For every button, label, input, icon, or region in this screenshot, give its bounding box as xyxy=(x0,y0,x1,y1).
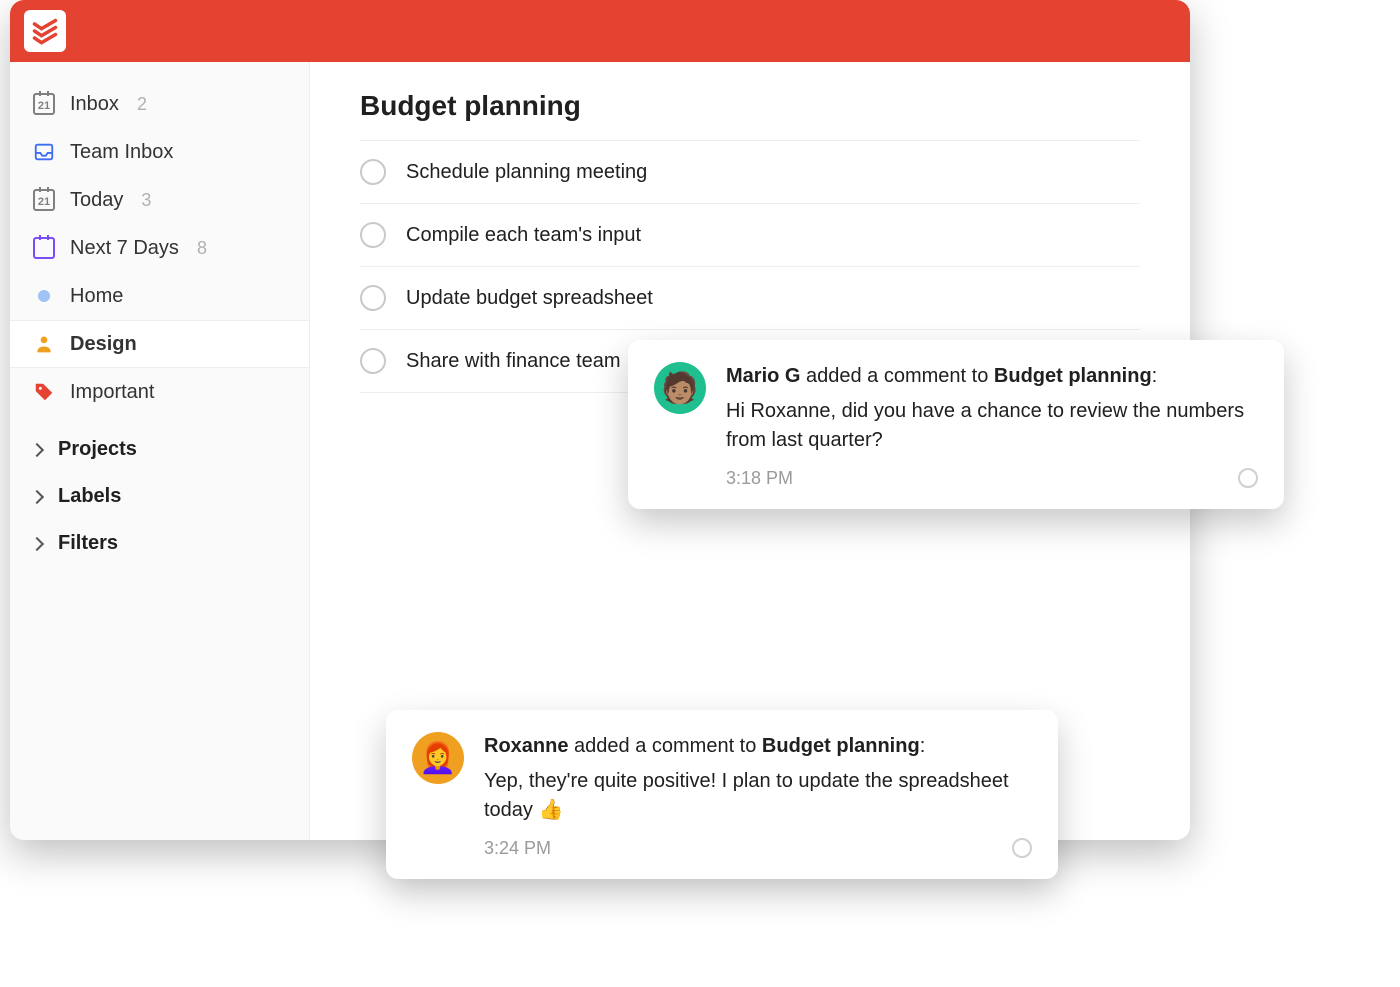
avatar-emoji: 👩‍🦰 xyxy=(419,741,456,776)
sidebar-item-home[interactable]: Home xyxy=(10,272,309,320)
notification-action: added a comment to xyxy=(568,735,761,757)
mark-read-icon[interactable] xyxy=(1238,468,1258,488)
sidebar-item-label: Team Inbox xyxy=(70,141,173,164)
person-icon xyxy=(32,332,56,356)
notification-body: Roxanne added a comment to Budget planni… xyxy=(484,732,1032,861)
sidebar-item-label: Next 7 Days xyxy=(70,237,179,260)
notification-action: added a comment to xyxy=(800,365,993,387)
notification-author: Roxanne xyxy=(484,735,568,757)
avatar-emoji: 🧑🏽 xyxy=(661,371,698,406)
sidebar-section-projects[interactable]: Projects xyxy=(10,426,309,473)
sidebar-item-design[interactable]: Design xyxy=(10,320,309,368)
task-title: Share with finance team xyxy=(406,350,621,373)
sidebar-section-filters[interactable]: Filters xyxy=(10,520,309,567)
project-title: Budget planning xyxy=(360,90,1140,122)
team-inbox-icon xyxy=(32,140,56,164)
sidebar-item-important[interactable]: Important xyxy=(10,368,309,416)
notification-card[interactable]: 👩‍🦰 Roxanne added a comment to Budget pl… xyxy=(386,710,1058,879)
sidebar-item-inbox[interactable]: 21 Inbox 2 xyxy=(10,80,309,128)
sidebar-item-label: Important xyxy=(70,381,154,404)
sidebar-section-label: Labels xyxy=(58,485,121,508)
notification-heading: Mario G added a comment to Budget planni… xyxy=(726,362,1258,391)
task-checkbox-icon[interactable] xyxy=(360,285,386,311)
sidebar-item-label: Inbox xyxy=(70,93,119,116)
notification-message: Yep, they're quite positive! I plan to u… xyxy=(484,767,1032,825)
avatar: 🧑🏽 xyxy=(654,362,706,414)
notification-author: Mario G xyxy=(726,365,800,387)
task-checkbox-icon[interactable] xyxy=(360,222,386,248)
notification-footer: 3:24 PM xyxy=(484,835,1032,861)
chevron-right-icon xyxy=(30,536,44,550)
task-row[interactable]: Update budget spreadsheet xyxy=(360,267,1140,330)
avatar: 👩‍🦰 xyxy=(412,732,464,784)
notification-project: Budget planning xyxy=(994,365,1152,387)
sidebar-item-count: 3 xyxy=(141,190,151,211)
task-title: Update budget spreadsheet xyxy=(406,287,653,310)
sidebar-section-labels[interactable]: Labels xyxy=(10,473,309,520)
sidebar-item-count: 8 xyxy=(197,238,207,259)
sidebar-item-count: 2 xyxy=(137,94,147,115)
notification-message: Hi Roxanne, did you have a chance to rev… xyxy=(726,397,1258,455)
next7days-calendar-icon xyxy=(32,236,56,260)
sidebar: 21 Inbox 2 Team Inbox 21 Today 3 xyxy=(10,62,310,840)
notification-footer: 3:18 PM xyxy=(726,465,1258,491)
task-row[interactable]: Compile each team's input xyxy=(360,204,1140,267)
notification-card[interactable]: 🧑🏽 Mario G added a comment to Budget pla… xyxy=(628,340,1284,509)
notification-time: 3:18 PM xyxy=(726,465,793,491)
task-checkbox-icon[interactable] xyxy=(360,348,386,374)
sidebar-item-label: Today xyxy=(70,189,123,212)
task-checkbox-icon[interactable] xyxy=(360,159,386,185)
sidebar-item-label: Home xyxy=(70,285,123,308)
today-calendar-icon: 21 xyxy=(32,188,56,212)
sidebar-item-today[interactable]: 21 Today 3 xyxy=(10,176,309,224)
task-row[interactable]: Schedule planning meeting xyxy=(360,140,1140,204)
task-title: Schedule planning meeting xyxy=(406,161,647,184)
inbox-calendar-icon: 21 xyxy=(32,92,56,116)
task-title: Compile each team's input xyxy=(406,224,641,247)
sidebar-item-team-inbox[interactable]: Team Inbox xyxy=(10,128,309,176)
sidebar-section-label: Filters xyxy=(58,532,118,555)
notification-time: 3:24 PM xyxy=(484,835,551,861)
mark-read-icon[interactable] xyxy=(1012,838,1032,858)
sidebar-section-label: Projects xyxy=(58,438,137,461)
notification-project: Budget planning xyxy=(762,735,920,757)
notification-heading: Roxanne added a comment to Budget planni… xyxy=(484,732,1032,761)
tag-icon xyxy=(32,380,56,404)
chevron-right-icon xyxy=(30,442,44,456)
app-logo-icon xyxy=(24,10,66,52)
sidebar-item-next-7-days[interactable]: Next 7 Days 8 xyxy=(10,224,309,272)
chevron-right-icon xyxy=(30,489,44,503)
project-dot-icon xyxy=(32,284,56,308)
sidebar-item-label: Design xyxy=(70,333,137,356)
titlebar xyxy=(10,0,1190,62)
notification-body: Mario G added a comment to Budget planni… xyxy=(726,362,1258,491)
